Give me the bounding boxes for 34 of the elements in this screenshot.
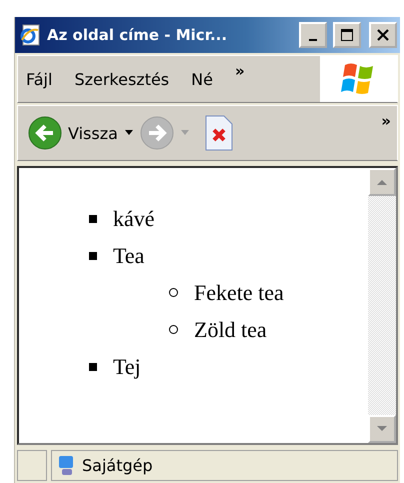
up-arrow-icon	[376, 178, 388, 186]
maximize-icon	[340, 28, 354, 42]
maximize-button[interactable]	[333, 22, 361, 48]
dropdown-caret-icon[interactable]	[124, 130, 134, 136]
bullet-icon	[169, 288, 178, 297]
scrollbar[interactable]	[368, 168, 396, 443]
list-item-text: Tej	[113, 353, 141, 381]
list-item-text: kávé	[113, 205, 155, 233]
browser-page-icon	[19, 24, 41, 46]
down-arrow-icon	[376, 425, 388, 433]
status-pane	[17, 450, 47, 481]
toolbar-overflow-chevron[interactable]: »	[381, 112, 391, 130]
bullet-icon	[169, 325, 178, 334]
close-icon	[376, 28, 390, 42]
minimize-button[interactable]	[299, 22, 327, 48]
scroll-up-button[interactable]	[368, 168, 396, 196]
menu-item[interactable]: Né	[191, 70, 213, 88]
scroll-down-button[interactable]	[368, 415, 396, 443]
menu-overflow-chevron[interactable]: »	[234, 62, 245, 80]
close-button[interactable]	[369, 22, 397, 48]
list-item-text: Tea	[113, 242, 144, 270]
minimize-icon	[309, 39, 317, 41]
list-item-text: Fekete tea	[194, 279, 284, 307]
list-item-text: Zöld tea	[194, 316, 267, 344]
status-text: Sajátgép	[82, 456, 153, 475]
computer-icon	[58, 454, 76, 476]
back-button[interactable]: Vissza	[28, 116, 118, 150]
menu-item[interactable]: Szerkesztés	[74, 70, 170, 88]
window-title: Az oldal címe - Micr...	[47, 26, 228, 44]
bullet-icon	[89, 362, 97, 370]
bullet-icon	[89, 252, 97, 260]
bullet-icon	[89, 214, 97, 222]
stop-page-icon[interactable]	[204, 115, 234, 151]
menu-item[interactable]: Fájl	[26, 70, 52, 88]
